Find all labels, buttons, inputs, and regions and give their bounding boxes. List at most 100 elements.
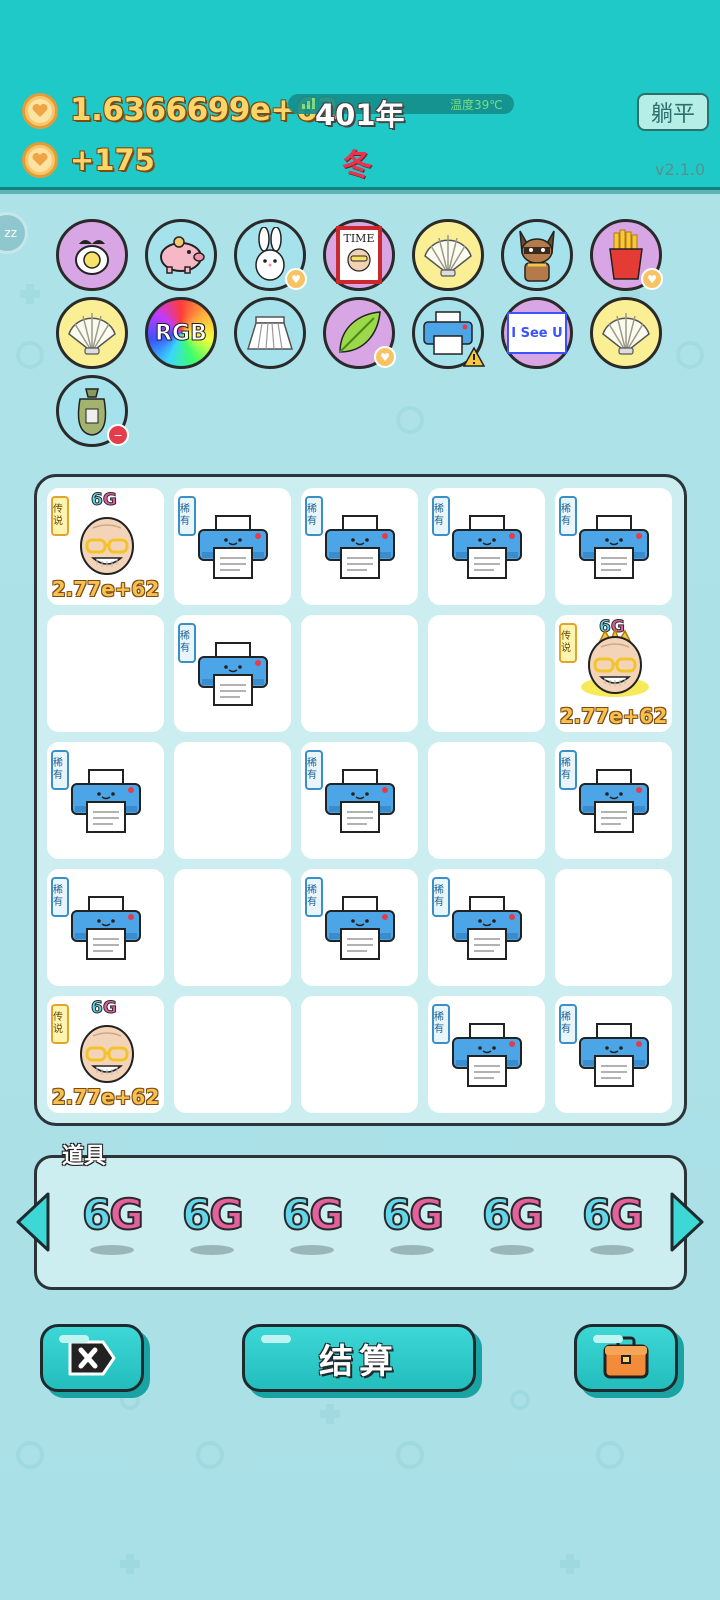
- items-next-arrow-icon[interactable]: [668, 1190, 708, 1254]
- board-cell-empty[interactable]: [555, 869, 672, 986]
- symbol-bubble[interactable]: [412, 219, 484, 291]
- symbol-bubble[interactable]: I See U: [501, 297, 573, 369]
- symbol-bubble[interactable]: [56, 219, 128, 291]
- item-shadow: [190, 1245, 234, 1255]
- symbol-bubble[interactable]: [56, 297, 128, 369]
- rarity-badge-legend: 传说: [559, 623, 577, 663]
- printer-icon: [71, 769, 141, 833]
- heart-tag-icon: ♥: [641, 268, 663, 290]
- warning-tag-icon: [463, 346, 485, 368]
- symbol-bubble[interactable]: TIME: [323, 219, 395, 291]
- board-cell-empty[interactable]: [174, 742, 291, 859]
- close-tag-icon: [68, 1340, 116, 1376]
- skip-button[interactable]: [40, 1324, 144, 1392]
- income-per-turn: +175: [70, 143, 155, 177]
- board-cell[interactable]: 传说 6G 2.77e+62: [555, 615, 672, 732]
- board-cell[interactable]: 稀有: [428, 996, 545, 1113]
- item-shadow: [590, 1245, 634, 1255]
- board-cell-empty[interactable]: [301, 615, 418, 732]
- inventory-button[interactable]: [574, 1324, 678, 1392]
- cell-score: 2.77e+62: [51, 1085, 160, 1109]
- board-cell[interactable]: 稀有: [301, 488, 418, 605]
- settle-button-label: 结算: [319, 1341, 399, 1382]
- board-cell-empty[interactable]: [174, 996, 291, 1113]
- sleep-badge[interactable]: zz: [0, 212, 28, 254]
- item-card-6g[interactable]: 6G: [72, 1189, 152, 1270]
- board-cell-empty[interactable]: [428, 615, 545, 732]
- item-shadow: [290, 1245, 334, 1255]
- rarity-badge-rare: 稀有: [305, 496, 323, 536]
- printer-icon: [325, 769, 395, 833]
- printer-icon: [325, 515, 395, 579]
- season-label: 冬: [342, 148, 372, 183]
- rarity-badge-rare: 稀有: [178, 623, 196, 663]
- rarity-badge-rare: 稀有: [559, 1004, 577, 1044]
- board-cell[interactable]: 传说 6G 2.77e+62: [47, 488, 164, 605]
- version-label: v2.1.0: [655, 160, 706, 179]
- symbol-bubble[interactable]: RGB: [145, 297, 217, 369]
- board-cell[interactable]: 稀有: [301, 869, 418, 986]
- printer-icon: [579, 1023, 649, 1087]
- board-cell[interactable]: 稀有: [555, 488, 672, 605]
- rarity-badge-rare: 稀有: [559, 750, 577, 790]
- symbol-bubble[interactable]: −: [56, 375, 129, 447]
- printer-icon: [579, 769, 649, 833]
- remove-tag-icon: −: [107, 424, 129, 446]
- item-label: 6G: [181, 1189, 245, 1240]
- item-card-6g[interactable]: 6G: [272, 1189, 352, 1270]
- board-cell-empty[interactable]: [47, 615, 164, 732]
- printer-icon: [452, 1023, 522, 1087]
- symbol-bubble[interactable]: [234, 297, 306, 369]
- symbol-bubble[interactable]: ♥: [234, 219, 307, 291]
- lie-flat-button[interactable]: 躺平: [637, 93, 709, 131]
- item-shadow: [390, 1245, 434, 1255]
- symbol-bubble[interactable]: [590, 297, 662, 369]
- rarity-badge-rare: 稀有: [432, 877, 450, 917]
- item-card-6g[interactable]: 6G: [472, 1189, 552, 1270]
- settle-button[interactable]: 结算: [242, 1324, 476, 1392]
- items-prev-arrow-icon[interactable]: [12, 1190, 52, 1254]
- board-cell[interactable]: 稀有: [428, 488, 545, 605]
- temperature-text: 温度39℃: [450, 97, 503, 112]
- item-label: 6G: [281, 1189, 345, 1240]
- income-coin-icon: [22, 142, 58, 178]
- symbol-bubble[interactable]: ♥: [590, 219, 663, 291]
- symbol-bubble[interactable]: [145, 219, 217, 291]
- items-title: 道具: [62, 1144, 107, 1169]
- board-cell[interactable]: 稀有: [555, 996, 672, 1113]
- old-man-icon: [80, 1025, 134, 1083]
- board-cell[interactable]: 稀有: [174, 615, 291, 732]
- 6g-boost-label: 6G: [91, 490, 118, 511]
- board-cell[interactable]: 稀有: [555, 742, 672, 859]
- cell-score: 2.77e+62: [51, 577, 160, 601]
- symbol-bubble[interactable]: [412, 297, 485, 369]
- 6g-boost-label: 6G: [91, 998, 118, 1019]
- board-cell[interactable]: 稀有: [301, 742, 418, 859]
- symbol-bubble[interactable]: [501, 219, 573, 291]
- item-card-6g[interactable]: 6G: [572, 1189, 652, 1270]
- item-label: 6G: [581, 1189, 645, 1240]
- item-card-6g[interactable]: 6G: [372, 1189, 452, 1270]
- board-cell-empty[interactable]: [301, 996, 418, 1113]
- signal-icon: [302, 98, 315, 109]
- printer-icon: [325, 896, 395, 960]
- item-card-6g[interactable]: 6G: [172, 1189, 252, 1270]
- board-cell[interactable]: 稀有: [47, 869, 164, 986]
- rgb-icon: RGB: [155, 320, 208, 346]
- board-cell[interactable]: 稀有: [47, 742, 164, 859]
- board-cell[interactable]: 稀有: [174, 488, 291, 605]
- rarity-badge-rare: 稀有: [432, 496, 450, 536]
- rarity-badge-rare: 稀有: [559, 496, 577, 536]
- board-cell[interactable]: 稀有: [428, 869, 545, 986]
- egg-bowl-icon: [67, 230, 117, 280]
- board-cell-empty[interactable]: [428, 742, 545, 859]
- symbol-bubble[interactable]: ♥: [323, 297, 396, 369]
- shell-icon: [65, 310, 119, 356]
- board-cell[interactable]: 传说 6G 2.77e+62: [47, 996, 164, 1113]
- item-shadow: [490, 1245, 534, 1255]
- item-label: 6G: [481, 1189, 545, 1240]
- old-man-icon: [80, 517, 134, 575]
- rarity-badge-rare: 稀有: [305, 750, 323, 790]
- printer-icon: [198, 515, 268, 579]
- board-cell-empty[interactable]: [174, 869, 291, 986]
